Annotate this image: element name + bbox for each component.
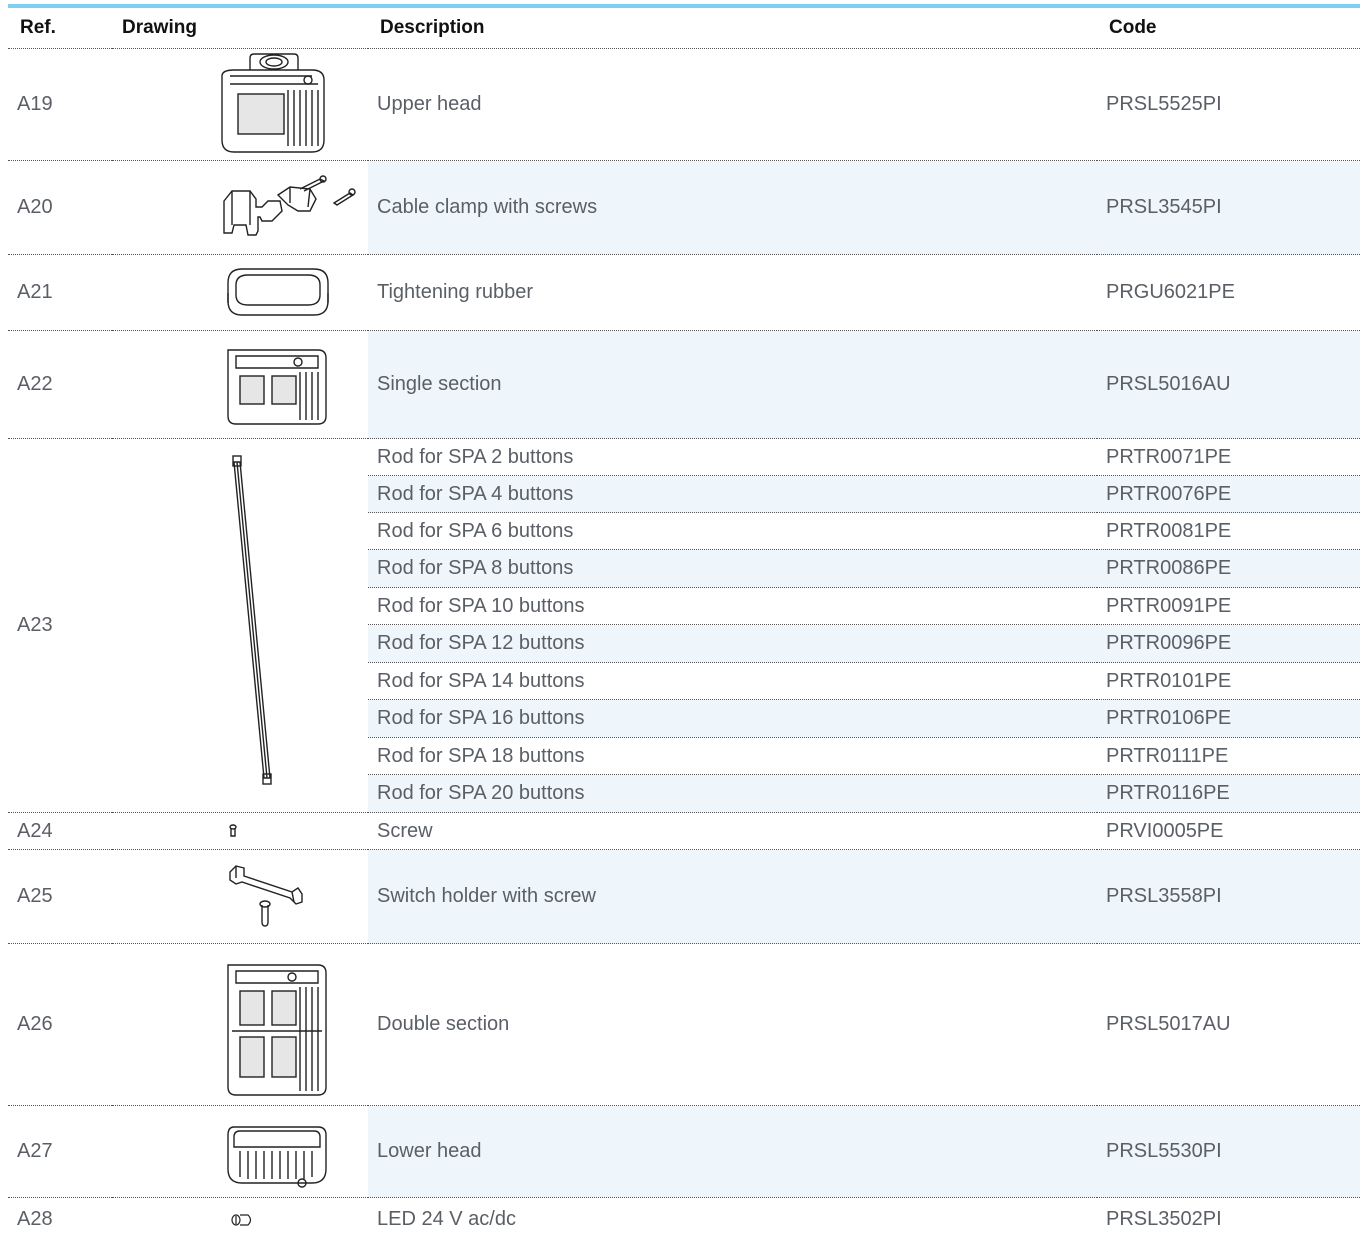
- upper-head-drawing: [221, 52, 325, 153]
- description-cell: Rod for SPA 10 buttons: [368, 587, 1097, 625]
- drawing-cell: [112, 1198, 368, 1242]
- ref-cell: A25: [8, 849, 112, 944]
- table-body: A19 Upper head PRSL5525PI A20 Cable clam…: [8, 48, 1360, 1242]
- drawing-cell: [112, 48, 368, 161]
- code-cell: PRTR0071PE: [1097, 438, 1360, 476]
- ref-cell: A20: [8, 160, 112, 255]
- code-cell: PRSL5016AU: [1097, 330, 1360, 439]
- description-cell: Rod for SPA 8 buttons: [368, 549, 1097, 588]
- code-cell: PRTR0101PE: [1097, 662, 1360, 700]
- drawing-cell: [112, 160, 368, 255]
- description-cell: Rod for SPA 20 buttons: [368, 774, 1097, 813]
- code-cell: PRTR0091PE: [1097, 587, 1360, 625]
- ref-cell: A23: [8, 438, 112, 813]
- table-row: A26 Double section PRSL5017AU: [8, 943, 1360, 1106]
- double-section-drawing: [227, 963, 327, 1096]
- cable-clamp-drawing: [223, 174, 356, 236]
- screw-drawing: [229, 824, 237, 837]
- code-cell: PRSL3502PI: [1106, 1208, 1222, 1231]
- code-cell: PRVI0005PE: [1097, 812, 1360, 850]
- code-cell: PRTR0096PE: [1097, 624, 1360, 663]
- drawing-cell: [112, 330, 368, 439]
- header-description: Description: [368, 8, 1097, 49]
- description-cell: Screw: [368, 812, 1097, 850]
- description-cell: Rod for SPA 16 buttons: [368, 699, 1097, 738]
- description-cell: LED 24 V ac/dc: [377, 1208, 516, 1231]
- code-cell: PRTR0106PE: [1097, 699, 1360, 738]
- ref-cell: A26: [8, 943, 112, 1106]
- description-cell: Double section: [368, 943, 1097, 1106]
- drawing-cell: [112, 438, 368, 813]
- ref-cell: A24: [8, 812, 112, 850]
- table-header-row: Ref. Drawing Description Code: [8, 8, 1360, 49]
- code-cell: PRSL5530PI: [1097, 1105, 1360, 1198]
- description-cell: Rod for SPA 4 buttons: [368, 475, 1097, 513]
- drawing-cell: [112, 849, 368, 944]
- ref-cell: A22: [8, 330, 112, 439]
- ref-cell: A19: [8, 48, 112, 161]
- description-cell: Upper head: [368, 48, 1097, 161]
- table-row: A25 Switch holder with screw PRSL3558PI: [8, 849, 1360, 944]
- single-section-drawing: [227, 348, 327, 425]
- header-ref: Ref.: [8, 8, 112, 49]
- table-row: A23 Rod for SPA 2 buttons PRTR0071PE: [8, 438, 1360, 813]
- header-drawing: Drawing: [112, 8, 368, 49]
- code-cell: PRSL3545PI: [1097, 160, 1360, 255]
- description-cell: Rod for SPA 18 buttons: [368, 737, 1097, 775]
- header-code: Code: [1097, 8, 1360, 49]
- code-cell: PRTR0081PE: [1097, 512, 1360, 550]
- description-cell: Single section: [368, 330, 1097, 439]
- led-drawing: [231, 1214, 252, 1226]
- table-row: A27 Lower head PRSL5530PI: [8, 1105, 1360, 1198]
- description-cell: Tightening rubber: [368, 254, 1097, 331]
- description-cell: Cable clamp with screws: [368, 160, 1097, 255]
- code-cell: PRSL5525PI: [1097, 48, 1360, 161]
- table-row: A20 Cable clamp with screws PRSL3545PI: [8, 160, 1360, 255]
- description-cell: Rod for SPA 2 buttons: [368, 438, 1097, 476]
- code-cell: PRSL5017AU: [1097, 943, 1360, 1106]
- code-cell: PRTR0076PE: [1097, 475, 1360, 513]
- spare-parts-table: Ref. Drawing Description Code A19 Upper …: [8, 8, 1360, 1242]
- code-cell: PRSL3558PI: [1097, 849, 1360, 944]
- table-row: A19 Upper head PRSL5525PI: [8, 48, 1360, 161]
- code-cell: PRTR0086PE: [1097, 549, 1360, 588]
- description-cell: Rod for SPA 14 buttons: [368, 662, 1097, 700]
- description-cell: Rod for SPA 6 buttons: [368, 512, 1097, 550]
- drawing-cell: [112, 812, 368, 850]
- lower-head-drawing: [227, 1125, 327, 1188]
- table-row: A24 Screw PRVI0005PE: [8, 812, 1360, 850]
- drawing-cell: [112, 254, 368, 331]
- description-cell: Rod for SPA 12 buttons: [368, 624, 1097, 663]
- description-cell: Switch holder with screw: [368, 849, 1097, 944]
- tightening-rubber-drawing: [227, 267, 329, 316]
- drawing-cell: [112, 943, 368, 1106]
- ref-cell: A21: [8, 254, 112, 331]
- drawing-cell: [112, 1105, 368, 1198]
- code-cell: PRTR0111PE: [1097, 737, 1360, 775]
- code-cell: PRGU6021PE: [1097, 254, 1360, 331]
- ref-cell: A27: [8, 1105, 112, 1198]
- table-row: A28 LED 24 V ac/dc PRSL3502PI: [8, 1198, 1360, 1242]
- description-cell: Lower head: [368, 1105, 1097, 1198]
- ref-cell: A28: [17, 1208, 53, 1231]
- switch-holder-drawing: [229, 864, 303, 927]
- table-row: A22 Single section PRSL5016AU: [8, 330, 1360, 439]
- rod-drawing: [232, 454, 272, 785]
- table-row: A21 Tightening rubber PRGU6021PE: [8, 254, 1360, 331]
- code-cell: PRTR0116PE: [1097, 774, 1360, 813]
